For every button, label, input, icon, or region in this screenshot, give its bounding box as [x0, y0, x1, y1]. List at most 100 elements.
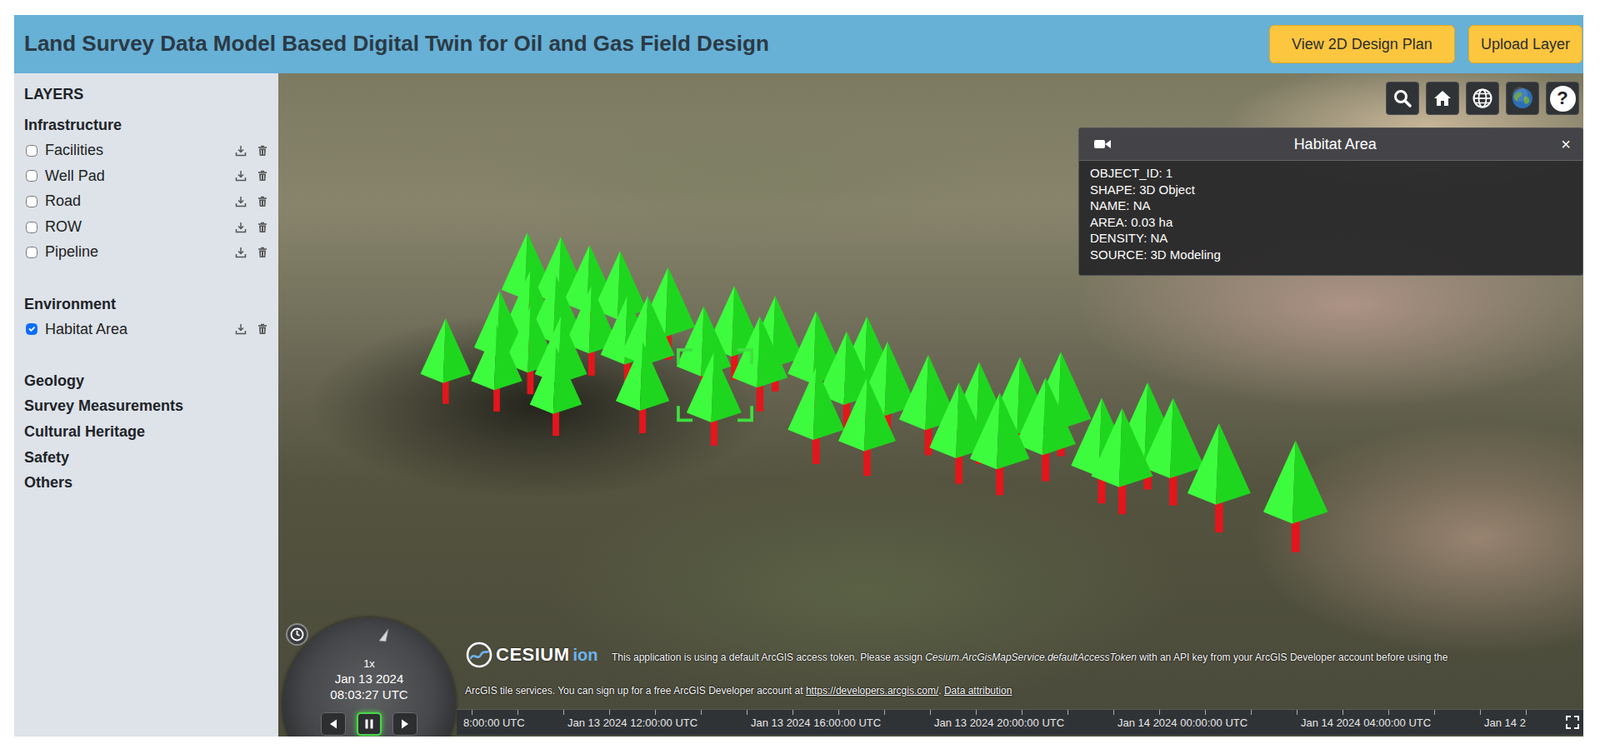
reverse-icon[interactable]: [320, 712, 346, 736]
playback-controls: [282, 712, 456, 736]
upload-layer-button[interactable]: Upload Layer: [1468, 25, 1583, 64]
camera-icon[interactable]: [1094, 138, 1111, 150]
layer-label[interactable]: Pipeline: [45, 243, 99, 262]
app-title: Land Survey Data Model Based Digital Twi…: [24, 30, 770, 57]
layer-checkbox[interactable]: [25, 145, 38, 157]
group-title[interactable]: Survey Measurements: [24, 393, 272, 420]
group-title[interactable]: Safety: [24, 445, 272, 471]
habitat-tree[interactable]: [420, 318, 471, 405]
layer-tools: [235, 323, 272, 335]
credit-link[interactable]: https://developers.arcgis.com/: [805, 685, 939, 697]
group-title[interactable]: Environment: [24, 291, 272, 318]
timeline[interactable]: 8:00:00 UTC Jan 13 2024 12:00:00 UTC Jan 1…: [456, 709, 1561, 735]
app-body: LAYERSInfrastructureFacilitiesWell PadRo…: [14, 73, 1584, 737]
download-icon[interactable]: [235, 170, 247, 182]
map-view[interactable]: ?Habitat Area×OBJECT_ID: 1SHAPE: 3D Obje…: [278, 73, 1584, 737]
trash-icon[interactable]: [256, 221, 269, 234]
timeline-tick: [1525, 710, 1527, 715]
habitat-tree[interactable]: [1015, 377, 1076, 482]
credit-line: ArcGIS tile services. You can sign up fo…: [465, 685, 1012, 698]
info-row: AREA: 0.03 ha: [1090, 214, 1573, 231]
play-icon[interactable]: [392, 712, 418, 736]
help-button[interactable]: ?: [1545, 81, 1580, 115]
credit-text: This application is using a default ArcG…: [611, 651, 925, 664]
habitat-tree[interactable]: [732, 315, 789, 411]
download-icon[interactable]: [235, 323, 247, 335]
group-title[interactable]: Others: [24, 470, 272, 496]
layer-group: Cultural Heritage: [24, 419, 272, 445]
layer-label[interactable]: Facilities: [45, 141, 104, 160]
download-icon[interactable]: [235, 221, 247, 234]
trash-icon[interactable]: [256, 246, 269, 259]
group-title[interactable]: Geology: [24, 368, 272, 395]
clock-icon[interactable]: [285, 623, 309, 646]
habitat-tree[interactable]: [470, 324, 523, 412]
selection-bracket: [678, 350, 752, 420]
habitat-tree[interactable]: [1263, 440, 1328, 553]
credit-text: .: [938, 685, 945, 697]
habitat-tree[interactable]: [787, 367, 845, 465]
timeline-tick: [609, 710, 610, 715]
trash-icon[interactable]: [256, 145, 269, 157]
habitat-tree[interactable]: [615, 341, 670, 434]
search-icon[interactable]: [1385, 81, 1420, 115]
timeline-label: Jan 14 2024 00:00:00 UTC: [1117, 716, 1248, 730]
habitat-tree[interactable]: [1116, 382, 1180, 490]
layer-label[interactable]: Well Pad: [45, 167, 105, 186]
speed-label: 1x: [282, 657, 456, 671]
download-icon[interactable]: [235, 145, 247, 157]
timeline-tick: [884, 710, 885, 715]
habitat-tree[interactable]: [970, 392, 1030, 495]
cesium-logo-icon: [465, 641, 493, 669]
app-header: Land Survey Data Model Based Digital Twi…: [14, 15, 1584, 74]
layer-tools: [235, 195, 272, 208]
download-icon[interactable]: [235, 195, 247, 208]
close-button[interactable]: ×: [1559, 135, 1573, 153]
group-title[interactable]: Infrastructure: [24, 112, 272, 139]
layer-label[interactable]: Habitat Area: [45, 320, 128, 340]
info-body: OBJECT_ID: 1SHAPE: 3D ObjectNAME: NAAREA…: [1079, 160, 1583, 275]
download-icon[interactable]: [235, 246, 247, 259]
layer-row: Road: [24, 189, 272, 215]
layer-checkbox[interactable]: [25, 170, 38, 182]
globe-icon[interactable]: [1465, 81, 1500, 115]
earth-icon[interactable]: [1505, 81, 1540, 115]
logo-word: CESIUM: [495, 645, 570, 665]
home-icon[interactable]: [1425, 81, 1460, 115]
layer-checkbox[interactable]: [25, 323, 38, 335]
habitat-tree[interactable]: [838, 377, 896, 476]
timeline-label: Jan 13 2024 20:00:00 UTC: [934, 716, 1065, 730]
layer-row: Habitat Area: [24, 316, 272, 343]
fullscreen-icon[interactable]: [1560, 709, 1584, 735]
timeline-label: Jan 13 2024 12:00:00 UTC: [567, 716, 698, 730]
habitat-tree[interactable]: [530, 346, 583, 436]
layer-label[interactable]: ROW: [45, 218, 82, 237]
layer-checkbox[interactable]: [25, 246, 38, 259]
timeline-label: 8:00:00 UTC: [463, 716, 525, 730]
layer-checkbox[interactable]: [25, 195, 38, 208]
animation-dial[interactable]: 1xJan 13 202408:03:27 UTC: [282, 617, 456, 737]
layer-row: Well Pad: [24, 163, 272, 190]
timeline-label: Jan 13 2024 16:00:00 UTC: [750, 716, 881, 730]
layer-group: EnvironmentHabitat Area: [24, 291, 272, 343]
credit-link[interactable]: Data attribution: [944, 685, 1012, 697]
habitat-tree[interactable]: [929, 382, 989, 485]
habitat-tree[interactable]: [686, 351, 742, 446]
trash-icon[interactable]: [256, 170, 269, 182]
timeline-tick: [1388, 710, 1390, 715]
speed-needle-icon[interactable]: [375, 624, 391, 640]
layer-label[interactable]: Road: [45, 192, 81, 211]
layer-tools: [235, 221, 272, 234]
layer-checkbox[interactable]: [25, 221, 38, 234]
view-2d-plan-button[interactable]: View 2D Design Plan: [1269, 25, 1455, 64]
timeline-tick: [1296, 710, 1298, 715]
group-title[interactable]: Cultural Heritage: [24, 419, 272, 445]
pause-button[interactable]: [356, 712, 382, 736]
timeline-tick: [1342, 710, 1344, 715]
timeline-tick: [655, 710, 656, 715]
trash-icon[interactable]: [256, 195, 269, 208]
trash-icon[interactable]: [256, 323, 269, 335]
habitat-tree[interactable]: [1091, 408, 1154, 515]
habitat-tree[interactable]: [1187, 423, 1251, 533]
dial-readout: 1xJan 13 202408:03:27 UTC: [282, 617, 456, 737]
